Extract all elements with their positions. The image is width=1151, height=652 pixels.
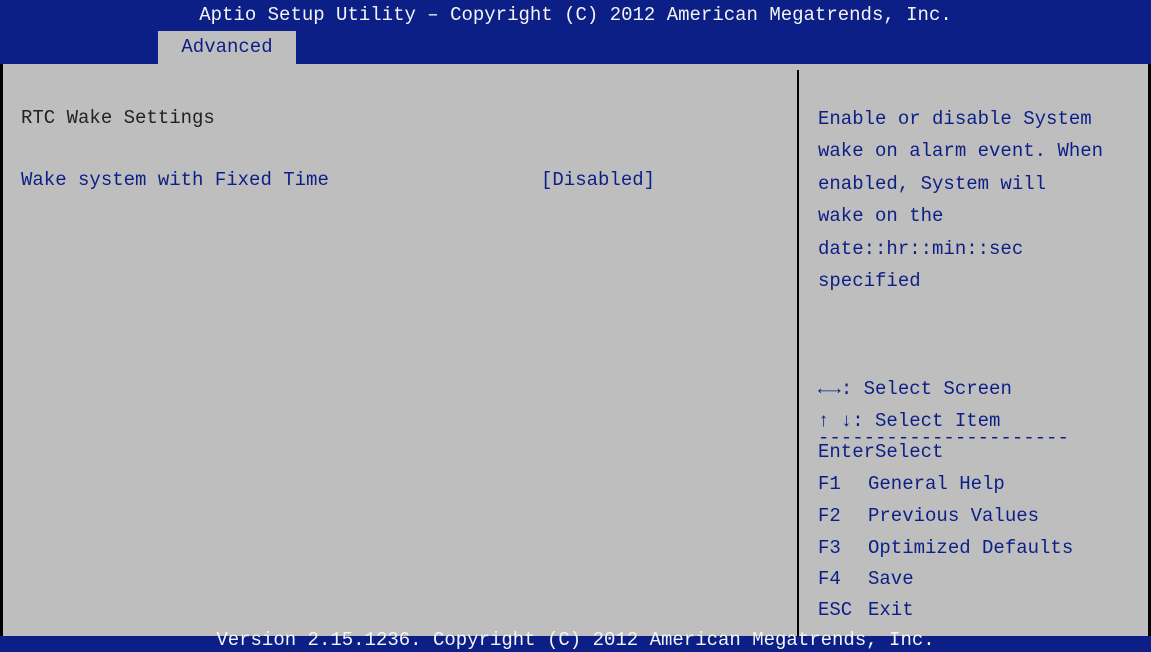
key-name: Enter xyxy=(818,441,876,463)
left-frame-border xyxy=(0,64,3,636)
key-legend-item: F1 General Help xyxy=(818,469,1005,499)
version-text: Version 2.15.1236. Copyright (C) 2012 Am… xyxy=(216,629,935,651)
arrows-up-down-icon: ↑ ↓ xyxy=(818,410,853,432)
key-name: F2 xyxy=(818,505,841,527)
key-name: F3 xyxy=(818,537,841,559)
key-desc: Previous Values xyxy=(868,505,1040,527)
key-legend-item: ↑ ↓: Select Item xyxy=(818,406,1000,436)
setting-label: Wake system with Fixed Time xyxy=(21,169,329,191)
key-desc: Select xyxy=(875,441,944,463)
title-bar: Aptio Setup Utility – Copyright (C) 2012… xyxy=(0,0,1151,31)
key-name: F1 xyxy=(818,473,841,495)
key-legend-item: F2 Previous Values xyxy=(818,501,1039,531)
key-legend-item: F3 Optimized Defaults xyxy=(818,533,1073,563)
section-title: RTC Wake Settings xyxy=(21,107,215,129)
key-desc: Save xyxy=(868,568,914,590)
key-desc: : Select Item xyxy=(852,410,1001,432)
key-desc: Optimized Defaults xyxy=(868,537,1074,559)
key-desc: General Help xyxy=(868,473,1005,495)
bios-screen: Aptio Setup Utility – Copyright (C) 2012… xyxy=(0,0,1151,652)
key-name: F4 xyxy=(818,568,841,590)
arrows-left-right-icon: ←→ xyxy=(818,378,841,400)
help-description: Enable or disable System wake on alarm e… xyxy=(818,108,1104,293)
key-legend-item: ←→: Select Screen xyxy=(818,374,1012,404)
help-panel-divider xyxy=(797,70,799,636)
key-legend-item: EnterSelect xyxy=(818,437,943,467)
key-legend-item: ESC Exit xyxy=(818,595,914,625)
tab-advanced[interactable]: Advanced xyxy=(158,31,296,64)
key-legend-item: F4 Save xyxy=(818,564,914,594)
setting-wake-fixed-time[interactable]: Wake system with Fixed Time [Disabled] xyxy=(21,165,655,195)
key-name: ESC xyxy=(818,599,853,621)
tab-bar: Advanced xyxy=(0,31,1151,64)
app-title: Aptio Setup Utility – Copyright (C) 2012… xyxy=(199,4,952,26)
key-desc: Exit xyxy=(868,599,914,621)
version-bar: Version 2.15.1236. Copyright (C) 2012 Am… xyxy=(0,631,1151,652)
key-desc: : Select Screen xyxy=(840,378,1012,400)
setting-value[interactable]: [Disabled] xyxy=(541,165,655,195)
